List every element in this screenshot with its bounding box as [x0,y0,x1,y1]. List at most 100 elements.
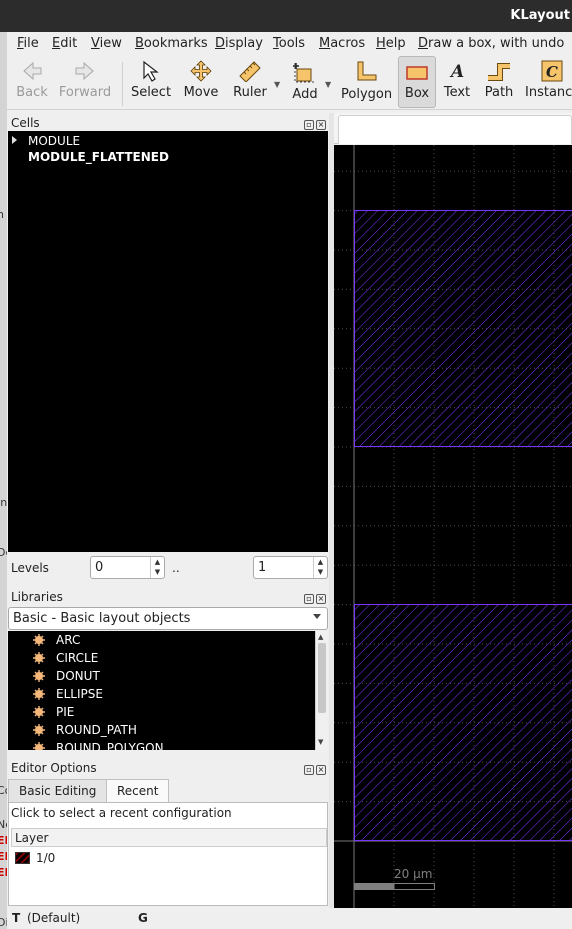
menu-bookmarks[interactable]: Bookmarks [135,36,208,51]
menu-help[interactable]: Help [376,36,406,51]
menu-tools[interactable]: Tools [273,36,305,51]
tab-basic-editing[interactable]: Basic Editing [8,779,108,803]
levels-label: Levels [11,561,49,575]
polygon-button[interactable]: Polygon [341,56,392,108]
menu-macros[interactable]: Macros [319,36,365,51]
path-button[interactable]: Path [479,56,519,108]
recent-configurations: Click to select a recent configuration L… [8,802,328,906]
libraries-title: Libraries [11,590,63,604]
float-icon[interactable]: ▫ [304,765,314,775]
ruler-icon [239,61,261,82]
cell-tree[interactable]: MODULE MODULE_FLATTENED [8,131,328,552]
close-icon[interactable]: × [316,594,326,604]
pcell-gear-icon [33,724,45,736]
menu-view[interactable]: View [91,36,122,51]
close-icon[interactable]: × [316,120,326,130]
arrow-right-icon [75,61,94,81]
cells-title: Cells [11,116,40,130]
spin-arrows-icon[interactable]: ▲ ▼ [150,557,164,578]
strip-text: n [0,208,4,221]
text-tool-icon: A [449,62,464,82]
scrollbar-thumb[interactable] [318,643,326,713]
library-item[interactable]: ROUND_PATH [56,723,137,737]
box-button[interactable]: Box [398,56,436,108]
library-item[interactable]: DONUT [56,669,100,683]
scale-bar-label: 20 µm [394,867,432,881]
editor-options-dock-buttons: ▫ × [302,761,326,775]
float-icon[interactable]: ▫ [304,594,314,604]
pcell-gear-icon [33,652,45,664]
add-button[interactable]: Add [287,56,323,108]
title-bar: KLayout [0,0,572,32]
path-icon [488,63,510,81]
menu-bar: File Edit View Bookmarks Display Tools M… [7,32,572,54]
back-button[interactable]: Back [13,56,51,108]
menu-file[interactable]: File [17,36,39,51]
level-min-spinbox[interactable]: 0 ▲ ▼ [90,556,165,579]
pcell-gear-icon [33,634,45,646]
menu-status-text: Draw a box, with undo [418,36,565,51]
menu-edit[interactable]: Edit [52,36,77,51]
library-item[interactable]: PIE [56,705,74,719]
svg-text:C: C [546,63,558,81]
pcell-gear-icon [33,706,45,718]
cell-item[interactable]: MODULE [28,134,80,148]
strip-text: Di [0,916,7,929]
move-arrows-icon [190,60,212,82]
status-grid: G [138,911,148,925]
spin-arrows-icon[interactable]: ▲ ▼ [313,557,327,578]
ruler-dropdown-arrow[interactable]: ▼ [274,80,280,89]
pcell-gear-icon [33,670,45,682]
float-icon[interactable]: ▫ [304,120,314,130]
toolbar: Back Forward Select Move Ruler ▼ Add ▼ P… [7,54,572,110]
pcell-gear-icon [33,688,45,700]
text-button[interactable]: A Text [441,56,473,108]
status-bar: T (Default) G [7,908,572,929]
background-window-strip: n In De Co I Ne EI EI EI Di [0,32,7,929]
layout-canvas[interactable]: 20 µm [334,145,572,908]
layout-tab[interactable] [338,115,572,144]
library-item[interactable]: ROUND_POLYGON [56,741,164,750]
libraries-dock-buttons: ▫ × [302,590,326,604]
status-mode: T [12,911,21,925]
instance-button[interactable]: C Instance [525,56,572,108]
level-max-spinbox[interactable]: 1 ▲ ▼ [253,556,328,579]
cursor-arrow-icon [143,60,159,82]
scale-bar-fill [354,883,395,890]
ruler-button[interactable]: Ruler [230,56,270,108]
close-icon[interactable]: × [316,765,326,775]
library-item[interactable]: ARC [56,633,80,647]
column-header-layer: Layer [15,831,49,845]
table-row[interactable]: 1/0 [11,848,327,868]
strip-text: EI [0,850,7,863]
library-item[interactable]: CIRCLE [56,651,98,665]
library-item[interactable]: ELLIPSE [56,687,103,701]
scroll-up-icon[interactable]: ▲ [318,633,323,641]
scroll-down-icon[interactable]: ▼ [318,738,323,746]
strip-text: In [0,496,7,509]
forward-button[interactable]: Forward [57,56,113,108]
levels-separator: .. [172,561,180,575]
layout-box-shape[interactable] [354,604,572,841]
pcell-gear-icon [33,742,45,750]
strip-text: Co [0,784,7,797]
library-scrollbar[interactable]: ▲ ▼ [315,631,328,750]
layout-tab-strip [334,113,572,144]
expand-arrow-icon[interactable] [12,136,17,144]
strip-text: De [0,546,7,559]
move-button[interactable]: Move [181,56,221,108]
polygon-icon [357,61,377,81]
strip-text: EI [0,866,7,879]
editor-options-title: Editor Options [11,761,97,775]
strip-text: Ne [0,818,7,831]
layout-box-shape[interactable] [354,210,572,447]
menu-display[interactable]: Display [215,36,263,51]
add-dropdown-arrow[interactable]: ▼ [325,80,331,89]
cell-item[interactable]: MODULE_FLATTENED [28,150,169,164]
recent-hint: Click to select a recent configuration [11,806,232,820]
instance-icon: C [541,60,563,82]
tab-recent[interactable]: Recent [106,779,170,803]
library-list[interactable]: ARC CIRCLE DONUT ELLIPSE PIE ROUND_PATH … [8,631,328,750]
select-button[interactable]: Select [129,56,173,108]
library-select[interactable]: Basic - Basic layout objects [8,607,328,630]
